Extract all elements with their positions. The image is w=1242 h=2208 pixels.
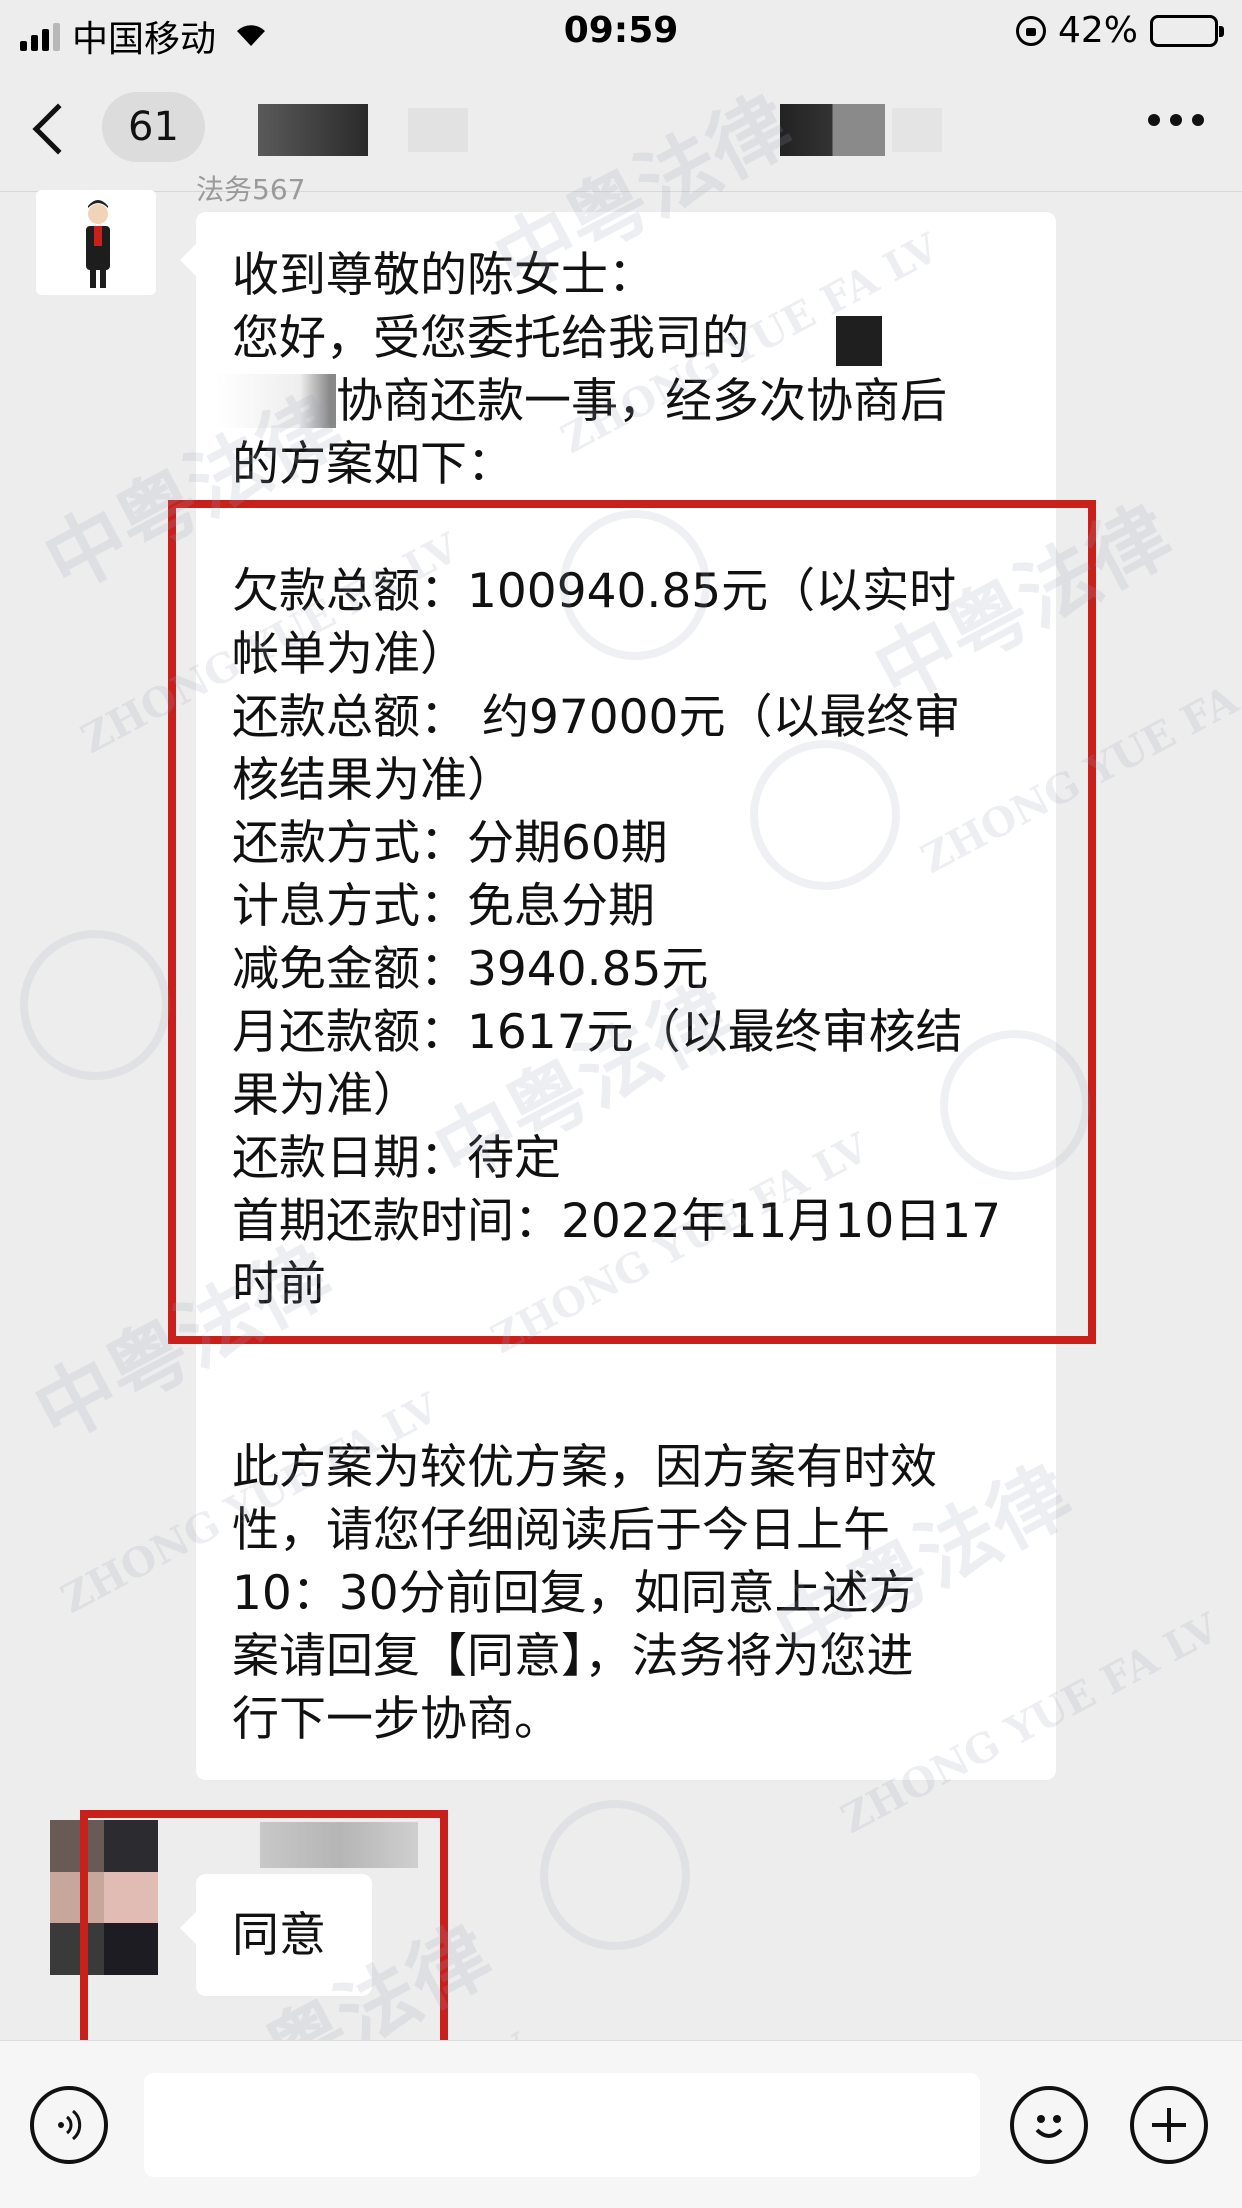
blurred-title-part <box>780 104 885 156</box>
blurred-title-part <box>408 108 468 152</box>
battery-percent: 42% <box>1057 10 1138 51</box>
closing-line: 案请回复【同意】，法务将为您进 <box>232 1629 914 1684</box>
avatar[interactable] <box>36 190 156 295</box>
chat-nav-bar: 61 <box>0 62 1242 192</box>
intro-line: 的方案如下： <box>232 437 514 492</box>
battery-icon <box>1150 14 1224 47</box>
watermark-logo-icon <box>20 930 170 1080</box>
rotation-lock-icon <box>1015 15 1046 46</box>
intro-line: 收到尊敬的陈女士： <box>232 248 655 303</box>
sender-name: 法务567 <box>196 173 306 206</box>
unread-count-badge: 61 <box>102 92 205 162</box>
status-bar: 中国移动 09:59 42% <box>0 0 1242 62</box>
input-bar <box>0 2040 1242 2208</box>
intro-line: 您好，受您委托给我司的 <box>232 311 749 366</box>
reply-highlight-box <box>80 1810 448 2066</box>
more-options-icon[interactable] <box>1148 114 1204 126</box>
message-input[interactable] <box>144 2073 980 2177</box>
closing-line: 此方案为较优方案，因方案有时效 <box>232 1440 937 1495</box>
emoji-icon[interactable] <box>1010 2086 1088 2164</box>
plan-highlight-box <box>168 500 1096 1344</box>
plus-icon[interactable] <box>1130 2086 1208 2164</box>
chevron-left-icon <box>32 103 84 155</box>
closing-line: 性，请您仔细阅读后于今日上午 <box>232 1503 890 1558</box>
status-right: 42% <box>1015 10 1224 51</box>
back-button[interactable]: 61 <box>32 92 205 162</box>
redacted-block <box>836 316 882 366</box>
closing-line: 行下一步协商。 <box>232 1692 561 1747</box>
blurred-title-part <box>892 108 942 152</box>
blurred-title-part <box>258 104 368 156</box>
closing-line: 10：30分前回复，如同意上述方 <box>232 1566 916 1621</box>
intro-line: 协商还款一事，经多次协商后 <box>336 374 947 429</box>
redacted-block <box>216 374 336 428</box>
voice-icon[interactable] <box>30 2086 108 2164</box>
